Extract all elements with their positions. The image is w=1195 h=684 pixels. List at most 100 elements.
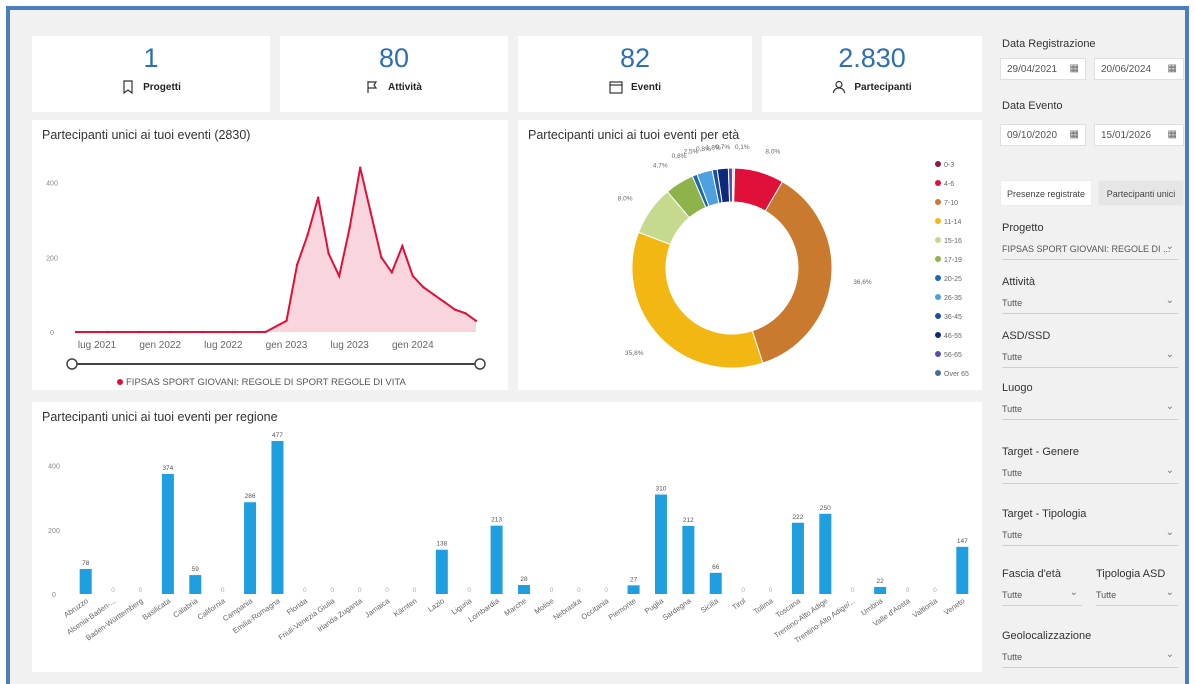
target-tipologia-select[interactable]: Tutte ⌄ [1002,524,1178,546]
x-tick-label: lug 2023 [330,340,369,351]
line-point [380,256,383,259]
legend-label: 0-3 [944,162,954,169]
legend-label: 17-19 [944,257,962,264]
kpi-card-attivita[interactable]: 80 Attività [280,36,508,112]
legend-label: 15-16 [944,238,962,245]
line-chart: 0 200 400 lug 2021 gen 2022 lug 2022 gen 2023 l… [46,166,486,388]
line-chart-card[interactable]: Partecipanti unici ai tuoi eventi (2830)… [32,120,508,390]
x-tick-label: Basilicata [141,596,173,622]
luogo-select[interactable]: Tutte ⌄ [1002,398,1178,420]
asd-ssd-select[interactable]: Tutte ⌄ [1002,346,1178,368]
tab-partecipanti-unici[interactable]: Partecipanti unici [1098,180,1184,206]
x-tick-label: Sardegna [661,596,693,623]
chevron-down-icon: ⌄ [1069,587,1078,598]
x-tick-label: Veneto [942,596,966,617]
line-point [232,330,236,334]
bar-data-label: 0 [358,587,362,594]
data-evento-label: Data Evento [1002,100,1063,112]
chevron-down-icon: ⌄ [1165,465,1174,476]
x-tick-label: Tolima [752,596,776,616]
y-tick-label: 400 [48,464,60,471]
chevron-down-icon: ⌄ [1165,401,1174,412]
line-point [369,211,372,214]
legend-label: 26-35 [944,295,962,302]
bar-data-label: 477 [272,432,283,439]
x-tick-label: gen 2024 [392,340,434,351]
kpi-card-partecipanti[interactable]: 2.830 Partecipanti [762,36,982,112]
legend-marker [935,313,941,319]
line-point [316,196,320,199]
bar [189,575,202,594]
range-slider-handle-end [474,358,486,370]
attivita-select[interactable]: Tutte ⌄ [1002,292,1178,314]
legend-label: FIPSAS SPORT GIOVANI: REGOLE DI SPORT RE… [126,377,406,388]
y-tick-label: 400 [46,181,58,188]
data-evento-from[interactable]: 09/10/2020 ▦ [1000,124,1086,146]
kpi-value: 82 [619,43,651,73]
line-point [390,271,393,274]
bar-chart: 020040078Abruzzo0Alsenia-Baden-...0Baden… [48,432,969,645]
data-registrazione-to[interactable]: 20/06/2024 ▦ [1094,58,1184,80]
bar-data-label: 286 [245,493,256,500]
kpi-card-eventi[interactable]: 82 Eventi [518,36,752,112]
bar [791,522,804,594]
slice-data-label: 8,0% [618,195,633,202]
legend-marker [935,237,941,243]
tipologia-asd-select[interactable]: Tutte ⌄ [1096,584,1178,606]
line-point [411,274,415,278]
x-tick-label: lug 2021 [78,340,117,351]
bar-data-label: 0 [385,587,389,594]
fascia-eta-select[interactable]: Tutte ⌄ [1002,584,1082,606]
donut-chart-card[interactable]: Partecipanti unici ai tuoi eventi per et… [518,120,982,390]
x-tick-label: Emilia-Romagna [231,596,282,636]
chevron-down-icon: ⌄ [1165,241,1174,252]
tipologia-asd-label: Tipologia ASD [1096,568,1166,580]
legend-label: 4-6 [944,181,954,188]
kpi-card-progetti[interactable]: 1 Progetti [32,36,270,112]
target-genere-select[interactable]: Tutte ⌄ [1002,462,1178,484]
bar-chart-card[interactable]: Partecipanti unici ai tuoi eventi per re… [32,402,982,672]
calendar-icon: ▦ [1167,63,1177,74]
geolocalizzazione-select[interactable]: Tutte ⌄ [1002,646,1178,668]
line-point [432,293,436,296]
x-tick-label: Jamaica [363,596,392,620]
line-point [306,233,309,237]
line-point [401,244,404,248]
bar-data-label: 0 [550,587,554,594]
bar [956,546,969,594]
slice-data-label: 8,0% [765,149,780,156]
bar-data-label: 78 [82,560,90,567]
x-tick-label: Lombardia [467,596,502,624]
data-registrazione-from[interactable]: 29/04/2021 ▦ [1000,58,1086,80]
bar [709,572,722,594]
chevron-down-icon: ⌄ [1165,349,1174,360]
x-tick-label: Lazio [426,596,446,614]
kpi-value: 1 [143,43,159,73]
x-tick-label: Occitania [580,596,611,622]
bar [161,474,174,594]
line-point [443,300,446,304]
progetto-select[interactable]: FIPSAS SPORT GIOVANI: REGOLE DI ... ⌄ [1002,238,1178,260]
line-point [295,263,299,266]
bar-data-label: 0 [906,587,910,594]
dashboard-frame: 1 Progetti 80 Attività 82 Eventi 2.830 P… [6,6,1189,684]
y-tick-label: 200 [46,255,58,262]
filter-label: Target - Genere [1002,446,1080,458]
slice-data-label: 0,1% [735,144,750,151]
bar-data-label: 0 [851,587,855,594]
bar-data-label: 28 [520,576,528,583]
x-tick-label: Sicilia [699,596,721,615]
chevron-down-icon: ⌄ [1165,527,1174,538]
tab-presenze-registrate[interactable]: Presenze registrate [1000,180,1092,206]
bar-data-label: 0 [111,587,115,594]
bar-data-label: 0 [413,587,417,594]
data-registrazione-label: Data Registrazione [1002,38,1096,50]
legend-label: Over 65 [944,371,969,378]
legend-label: 56-65 [944,352,962,359]
x-tick-label: Piemonte [607,596,638,622]
filter-label: Luogo [1002,382,1033,394]
legend-marker [935,332,941,338]
fascia-eta-label: Fascia d'età [1002,568,1061,580]
data-evento-to[interactable]: 15/01/2026 ▦ [1094,124,1184,146]
x-tick-label: Marche [502,596,528,618]
